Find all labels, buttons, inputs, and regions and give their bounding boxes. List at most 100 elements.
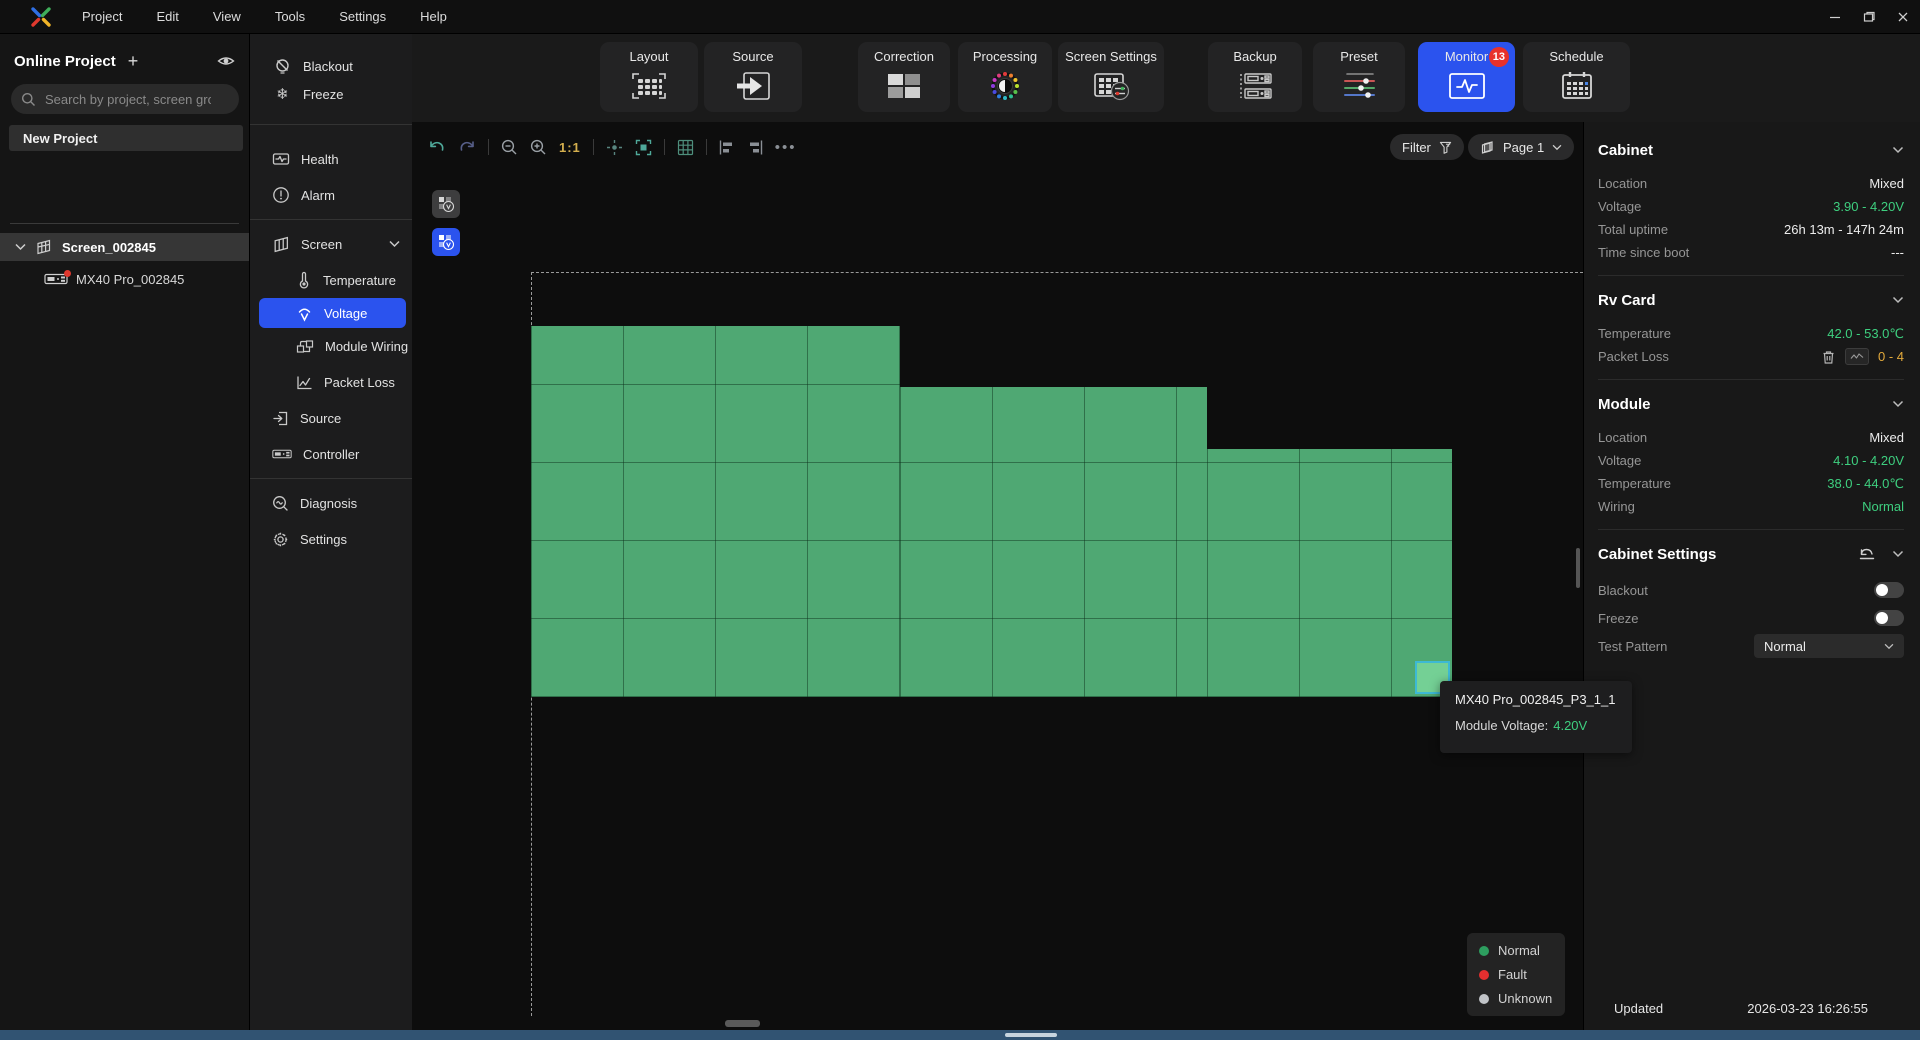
correction-icon — [886, 67, 922, 105]
redo-icon[interactable] — [458, 140, 476, 154]
cabinet-block-3[interactable] — [1207, 449, 1452, 697]
undo-icon[interactable] — [428, 140, 446, 154]
module-wiring-icon — [296, 338, 314, 355]
horizontal-scrollbar[interactable] — [725, 1020, 760, 1027]
health-icon — [272, 150, 290, 168]
divider — [1598, 275, 1904, 276]
screen-icon — [35, 239, 52, 255]
eye-icon[interactable] — [217, 54, 235, 68]
fit-selection-icon[interactable] — [635, 139, 652, 156]
updated-status: Updated 2026-03-23 16:26:55 — [1614, 1001, 1868, 1016]
packet-loss-chart-icon[interactable] — [1845, 348, 1869, 365]
menu-project[interactable]: Project — [82, 9, 122, 24]
ribbon-tab-correction[interactable]: Correction — [858, 42, 950, 112]
ribbon-tab-processing[interactable]: Processing — [958, 42, 1052, 112]
ribbon-tab-screen-settings[interactable]: Screen Settings — [1058, 42, 1164, 112]
grid-icon[interactable] — [677, 139, 694, 156]
sidebar-item-temperature[interactable]: Temperature — [250, 262, 412, 298]
clear-packet-loss-icon[interactable] — [1821, 349, 1836, 365]
chevron-down-icon — [1552, 144, 1562, 151]
search-icon — [21, 92, 36, 107]
chevron-down-icon[interactable] — [1892, 400, 1904, 408]
screen-boundary-top — [531, 272, 1583, 273]
menu-help[interactable]: Help — [420, 9, 447, 24]
blackout-quick-action[interactable]: Blackout — [250, 52, 412, 80]
new-project-item[interactable]: New Project — [9, 125, 243, 151]
project-tree: Screen_002845 MX40 Pro_002845 — [0, 233, 249, 293]
sidebar-item-health[interactable]: Health — [250, 141, 412, 177]
sidebar-item-controller[interactable]: Controller — [250, 436, 412, 472]
blackout-toggle[interactable] — [1874, 582, 1904, 598]
center-view-icon[interactable] — [606, 139, 623, 156]
ribbon-tab-layout[interactable]: Layout — [600, 42, 698, 112]
minimize-button[interactable] — [1818, 0, 1852, 34]
sidebar-item-diagnosis[interactable]: Diagnosis — [250, 485, 412, 521]
details-panel: Cabinet LocationMixed Voltage3.90 - 4.20… — [1583, 122, 1920, 1030]
controller-device-icon — [44, 273, 68, 285]
pages-icon — [1480, 140, 1495, 154]
normal-dot — [1479, 946, 1489, 956]
align-left-icon[interactable] — [719, 140, 735, 155]
cabinet-block-1[interactable] — [531, 326, 900, 697]
ribbon-tab-preset[interactable]: Preset — [1313, 42, 1405, 112]
zoom-ratio-button[interactable]: 1:1 — [559, 140, 581, 155]
zoom-in-icon[interactable] — [530, 139, 547, 156]
voltage-icon — [296, 305, 313, 322]
close-button[interactable] — [1886, 0, 1920, 34]
tree-item-screen[interactable]: Screen_002845 — [0, 233, 249, 261]
sidebar-item-packet-loss[interactable]: Packet Loss — [250, 364, 412, 400]
freeze-toggle[interactable] — [1874, 610, 1904, 626]
sidebar-item-source[interactable]: Source — [250, 400, 412, 436]
divider — [10, 223, 239, 224]
search-input[interactable] — [43, 91, 213, 108]
ribbon-tab-schedule[interactable]: Schedule — [1523, 42, 1630, 112]
vertical-scrollbar[interactable] — [1576, 548, 1580, 588]
legend-item-unknown: Unknown — [1479, 991, 1553, 1006]
filter-button[interactable]: Filter — [1390, 134, 1464, 160]
sidebar-item-module-wiring[interactable]: Module Wiring — [250, 328, 412, 364]
chevron-down-icon[interactable] — [15, 243, 26, 251]
menu-view[interactable]: View — [213, 9, 241, 24]
sidebar-item-settings[interactable]: Settings — [250, 521, 412, 557]
divider — [250, 124, 412, 125]
divider — [250, 478, 412, 479]
zoom-out-icon[interactable] — [501, 139, 518, 156]
reset-settings-icon[interactable] — [1858, 547, 1876, 561]
ribbon-tab-backup[interactable]: Backup — [1208, 42, 1302, 112]
test-pattern-select[interactable]: Normal — [1754, 634, 1904, 658]
chevron-down-icon[interactable] — [1892, 296, 1904, 304]
menu-tools[interactable]: Tools — [275, 9, 305, 24]
sidebar-item-alarm[interactable]: Alarm — [250, 177, 412, 213]
monitor-icon — [1447, 67, 1487, 105]
align-right-icon[interactable] — [747, 140, 763, 155]
chevron-down-icon[interactable] — [1892, 146, 1904, 154]
maximize-button[interactable] — [1852, 0, 1886, 34]
sidebar-item-screen[interactable]: Screen — [250, 226, 412, 262]
ribbon-tab-monitor[interactable]: Monitor 13 — [1418, 42, 1515, 112]
canvas-toolbar: 1:1 ••• — [428, 134, 797, 160]
sidebar-item-voltage[interactable]: Voltage — [259, 298, 406, 328]
source-icon — [735, 67, 771, 105]
processing-icon — [988, 67, 1022, 105]
fault-dot — [1479, 970, 1489, 980]
cabinet-voltage-view-button[interactable] — [432, 190, 460, 218]
page-selector[interactable]: Page 1 — [1468, 134, 1574, 160]
unknown-dot — [1479, 994, 1489, 1004]
menu-settings[interactable]: Settings — [339, 9, 386, 24]
module-voltage-view-button[interactable] — [432, 228, 460, 256]
chevron-down-icon[interactable] — [1892, 550, 1904, 558]
ribbon-tab-source[interactable]: Source — [704, 42, 802, 112]
add-project-icon[interactable]: + — [128, 53, 139, 69]
divider — [1598, 379, 1904, 380]
more-options-icon[interactable]: ••• — [775, 139, 797, 156]
monitor-canvas[interactable]: 1:1 ••• Filter — [412, 122, 1583, 1030]
chevron-down-icon[interactable] — [389, 240, 400, 248]
divider — [250, 219, 412, 220]
screen-settings-icon — [1092, 67, 1130, 105]
tree-item-device[interactable]: MX40 Pro_002845 — [0, 265, 249, 293]
menu-edit[interactable]: Edit — [156, 9, 178, 24]
cabinet-block-2[interactable] — [900, 387, 1207, 697]
module-section-title: Module — [1598, 396, 1892, 413]
freeze-quick-action[interactable]: ❄ Freeze — [250, 80, 412, 108]
device-fault-dot — [64, 270, 71, 277]
